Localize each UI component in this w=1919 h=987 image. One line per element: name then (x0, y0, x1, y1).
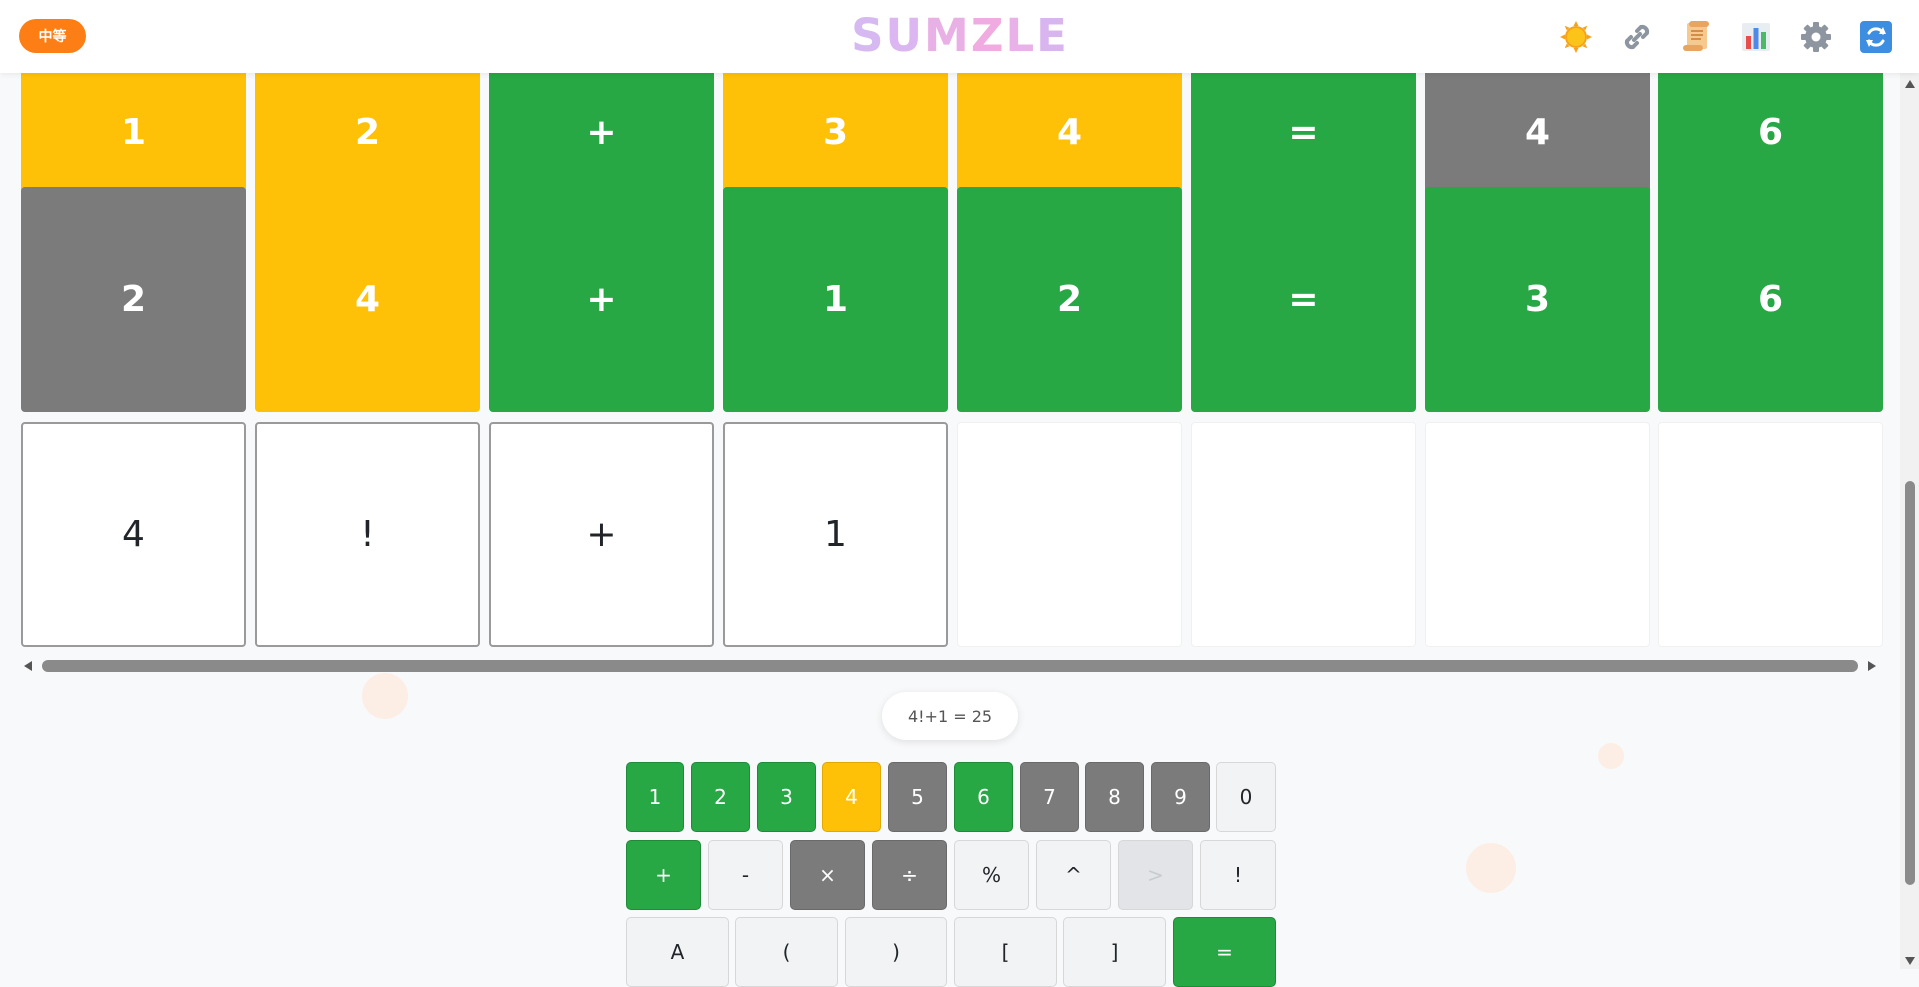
logo-letter: E (1036, 9, 1069, 62)
key-percent[interactable]: % (954, 840, 1029, 910)
rules-scroll-icon[interactable] (1679, 20, 1713, 54)
scroll-left-arrow-icon[interactable] (24, 661, 32, 671)
key-multiply[interactable]: × (790, 840, 865, 910)
input-tile[interactable]: 4 (21, 422, 246, 647)
key-open-paren[interactable]: ( (735, 917, 838, 987)
share-link-icon[interactable] (1620, 20, 1654, 54)
tile: 3 (1425, 187, 1650, 412)
background-bubble (1598, 743, 1624, 769)
input-tile[interactable]: + (489, 422, 714, 647)
key-power[interactable]: ^ (1036, 840, 1111, 910)
theme-sun-icon[interactable] (1559, 20, 1593, 54)
input-tile[interactable]: ! (255, 422, 480, 647)
key-plus[interactable]: + (626, 840, 701, 910)
key-equals[interactable]: = (1173, 917, 1276, 987)
tile: 2 (21, 187, 246, 412)
tile: 4 (255, 187, 480, 412)
key-minus[interactable]: - (708, 840, 783, 910)
key-2[interactable]: 2 (691, 762, 750, 832)
key-3[interactable]: 3 (757, 762, 816, 832)
key-4[interactable]: 4 (822, 762, 881, 832)
key-9[interactable]: 9 (1151, 762, 1210, 832)
key-1[interactable]: 1 (626, 762, 684, 832)
scroll-right-arrow-icon[interactable] (1868, 661, 1876, 671)
scrollbar-thumb[interactable] (42, 660, 1858, 672)
input-tile[interactable] (957, 422, 1182, 647)
top-bar: 中等 SUMZLE (0, 0, 1919, 73)
input-tile[interactable] (1191, 422, 1416, 647)
board-horizontal-scrollbar[interactable] (20, 657, 1880, 675)
scroll-down-arrow-icon[interactable] (1905, 957, 1915, 965)
key-factorial[interactable]: ! (1200, 840, 1276, 910)
settings-gear-icon[interactable] (1799, 20, 1833, 54)
logo-letter: M (924, 9, 971, 62)
logo-letter: Z (970, 9, 1006, 62)
input-tile[interactable] (1658, 422, 1883, 647)
key-a[interactable]: A (626, 917, 729, 987)
game-board: 1 2 + 3 4 = 4 6 2 4 + 1 2 = 3 6 4 ! + 1 (0, 73, 1900, 653)
tile: 2 (957, 187, 1182, 412)
key-5[interactable]: 5 (888, 762, 947, 832)
logo-letter: S (851, 9, 886, 62)
difficulty-badge[interactable]: 中等 (19, 19, 86, 53)
key-0[interactable]: 0 (1216, 762, 1276, 832)
key-close-paren[interactable]: ) (845, 917, 947, 987)
logo-letter: L (1005, 9, 1037, 62)
key-6[interactable]: 6 (954, 762, 1013, 832)
refresh-icon[interactable] (1859, 20, 1893, 54)
key-close-bracket[interactable]: ] (1063, 917, 1166, 987)
tile: 1 (723, 187, 948, 412)
scroll-up-arrow-icon[interactable] (1905, 80, 1915, 88)
key-7[interactable]: 7 (1020, 762, 1079, 832)
tile: 6 (1658, 187, 1883, 412)
tile: = (1191, 187, 1416, 412)
scrollbar-thumb[interactable] (1905, 481, 1915, 885)
key-divide[interactable]: ÷ (872, 840, 947, 910)
logo-letter: U (885, 9, 925, 62)
stats-chart-icon[interactable] (1739, 20, 1773, 54)
page-vertical-scrollbar[interactable] (1900, 73, 1919, 969)
key-8[interactable]: 8 (1085, 762, 1144, 832)
key-open-bracket[interactable]: [ (954, 917, 1057, 987)
key-greater-than: > (1118, 840, 1193, 910)
tile: + (489, 187, 714, 412)
input-tile[interactable]: 1 (723, 422, 948, 647)
app-logo: SUMZLE (800, 10, 1120, 62)
expression-preview: 4!+1 = 25 (882, 692, 1018, 740)
input-tile[interactable] (1425, 422, 1650, 647)
background-bubble (362, 673, 408, 719)
background-bubble (1466, 843, 1516, 893)
